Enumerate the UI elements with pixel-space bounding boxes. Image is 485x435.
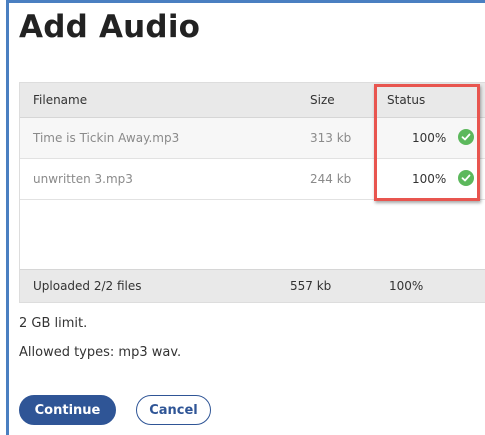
file-size: 313 kb xyxy=(310,131,352,145)
continue-button[interactable]: Continue xyxy=(19,395,116,425)
cancel-button[interactable]: Cancel xyxy=(136,395,211,425)
page-title: Add Audio xyxy=(19,9,201,45)
table-row[interactable]: Time is Tickin Away.mp3 313 kb 100% xyxy=(20,118,485,159)
upload-status: 100% xyxy=(412,131,447,145)
size-limit-note: 2 GB limit. xyxy=(19,316,88,331)
table-header: Filename Size Status xyxy=(20,83,485,118)
column-header-status[interactable]: Status xyxy=(387,93,425,107)
table-row[interactable]: unwritten 3.mp3 244 kb 100% xyxy=(20,159,485,200)
total-size: 557 kb xyxy=(290,279,332,293)
upload-status: 100% xyxy=(412,172,447,186)
file-size: 244 kb xyxy=(310,172,352,186)
check-circle-icon xyxy=(458,170,474,186)
check-circle-icon xyxy=(458,129,474,145)
column-header-filename[interactable]: Filename xyxy=(33,93,87,107)
file-name: Time is Tickin Away.mp3 xyxy=(33,131,180,145)
uploaded-count: Uploaded 2/2 files xyxy=(33,279,142,293)
table-footer: Uploaded 2/2 files 557 kb 100% xyxy=(20,269,485,302)
upload-table: Filename Size Status Time is Tickin Away… xyxy=(19,82,485,303)
allowed-types-note: Allowed types: mp3 wav. xyxy=(19,345,182,360)
column-header-size[interactable]: Size xyxy=(310,93,335,107)
total-status: 100% xyxy=(389,279,424,293)
file-name: unwritten 3.mp3 xyxy=(33,172,133,186)
